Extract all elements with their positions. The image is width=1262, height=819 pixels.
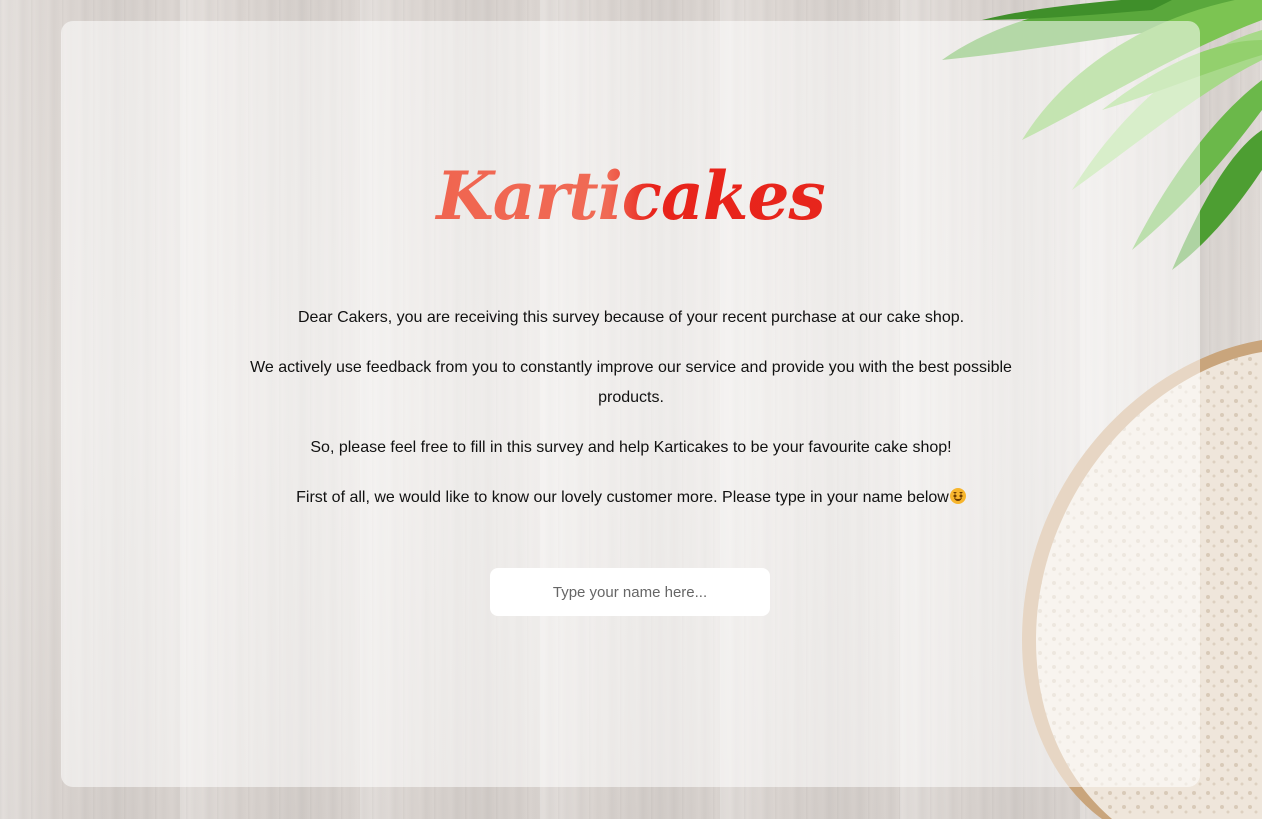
name-input[interactable] xyxy=(490,568,770,616)
intro-paragraph-2: We actively use feedback from you to con… xyxy=(250,359,1012,406)
intro-paragraph-4-text: First of all, we would like to know our … xyxy=(296,489,949,506)
survey-card: Karticakes Dear Cakers, you are receivin… xyxy=(61,21,1200,787)
brand-logo: Karticakes xyxy=(61,157,1200,237)
smiling-face-icon xyxy=(949,488,966,504)
intro-paragraph-3: So, please feel free to fill in this sur… xyxy=(310,439,952,456)
intro-paragraph-1: Dear Cakers, you are receiving this surv… xyxy=(297,309,965,326)
survey-intro: Karticakes Dear Cakers, you are receivin… xyxy=(61,21,1200,787)
intro-paragraph-4: First of all, we would like to know our … xyxy=(231,483,1031,513)
